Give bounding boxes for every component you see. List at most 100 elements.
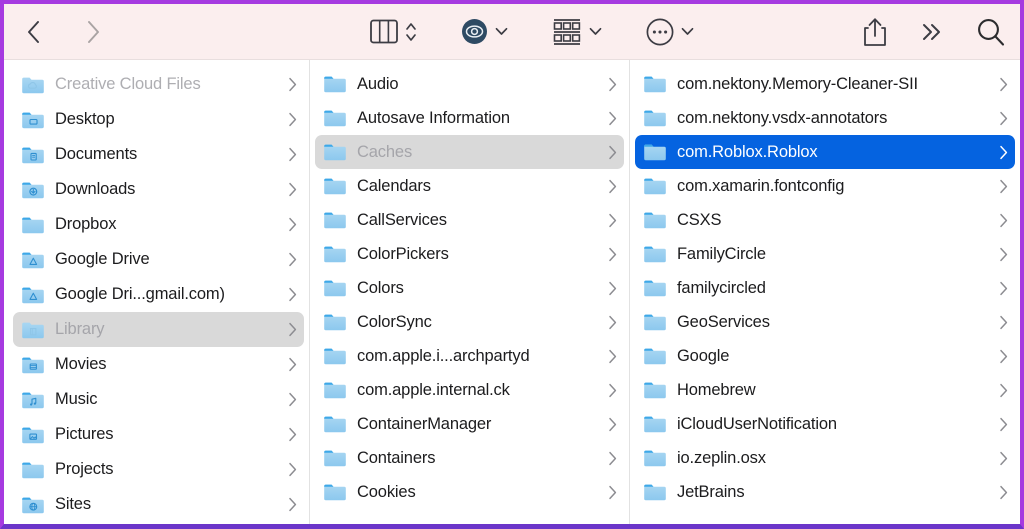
- column-caches[interactable]: com.nektony.Memory-Cleaner-SII com.nekton…: [630, 60, 1020, 524]
- share-up-arrow-icon: [862, 17, 888, 47]
- chevron-left-icon: [27, 21, 40, 43]
- sidebar-item-row[interactable]: Downloads: [13, 172, 304, 207]
- navigation-buttons: [18, 15, 108, 49]
- group-items-button[interactable]: [552, 18, 602, 45]
- up-down-chevron-icon[interactable]: [405, 19, 417, 45]
- folder-icon: [323, 176, 347, 196]
- sidebar-item-row[interactable]: Sites: [13, 487, 304, 522]
- sidebar-item-row[interactable]: Desktop: [13, 102, 304, 137]
- disclosure-chevron-icon: [288, 112, 298, 127]
- toolbar-overflow-button[interactable]: [920, 21, 944, 43]
- file-list-item-label: Homebrew: [677, 381, 993, 400]
- folder-icon: [323, 448, 347, 468]
- disclosure-chevron-icon: [999, 485, 1009, 500]
- ellipsis-circle-icon[interactable]: [646, 18, 674, 46]
- folder-icon: [643, 278, 667, 298]
- file-list-item-row[interactable]: familycircled: [635, 271, 1015, 305]
- column-view-icon[interactable]: [370, 19, 398, 44]
- folder-pictures-icon: [21, 425, 45, 445]
- view-switcher[interactable]: [370, 19, 417, 45]
- forward-button[interactable]: [78, 15, 108, 49]
- file-list-item-label: Calendars: [357, 177, 602, 196]
- disclosure-chevron-icon: [608, 111, 618, 126]
- file-list-item-row[interactable]: FamilyCircle: [635, 237, 1015, 271]
- file-list-item-row[interactable]: com.nektony.vsdx-annotators: [635, 101, 1015, 135]
- share-button[interactable]: [862, 17, 888, 47]
- folder-icon: [643, 244, 667, 264]
- sidebar-item-row[interactable]: Projects: [13, 452, 304, 487]
- column-library[interactable]: Audio Autosave Information Caches Calendars…: [310, 60, 630, 524]
- folder-google-drive-icon: [21, 250, 45, 270]
- disclosure-chevron-icon: [608, 213, 618, 228]
- disclosure-chevron-icon: [999, 315, 1009, 330]
- sidebar-item-label: Desktop: [55, 110, 282, 129]
- more-actions-button[interactable]: [646, 18, 694, 46]
- file-list-item-row[interactable]: ColorPickers: [315, 237, 624, 271]
- sidebar-item-row[interactable]: Movies: [13, 347, 304, 382]
- folder-icon: [643, 176, 667, 196]
- file-list-item-row[interactable]: CallServices: [315, 203, 624, 237]
- file-list-item-label: Caches: [357, 143, 602, 162]
- file-list-item-label: com.nektony.Memory-Cleaner-SII: [677, 75, 993, 94]
- sidebar-item-row[interactable]: Google Drive: [13, 242, 304, 277]
- file-list-item-row[interactable]: com.xamarin.fontconfig: [635, 169, 1015, 203]
- file-list-item-label: CallServices: [357, 211, 602, 230]
- sidebar-item-row[interactable]: Documents: [13, 137, 304, 172]
- disclosure-chevron-icon: [999, 417, 1009, 432]
- toolbar-right-group: [862, 17, 1006, 47]
- file-list-item-row[interactable]: GeoServices: [635, 305, 1015, 339]
- file-list-item-row[interactable]: ContainerManager: [315, 407, 624, 441]
- file-list-item-row[interactable]: CSXS: [635, 203, 1015, 237]
- file-list-item-row[interactable]: ColorSync: [315, 305, 624, 339]
- file-list-item-label: com.apple.i...archpartyd: [357, 347, 602, 366]
- chevron-down-icon[interactable]: [495, 27, 508, 36]
- sidebar-item-row[interactable]: Music: [13, 382, 304, 417]
- sidebar-item-row[interactable]: Dropbox: [13, 207, 304, 242]
- file-list-item-row[interactable]: com.nektony.Memory-Cleaner-SII: [635, 67, 1015, 101]
- sidebar-item-label: Downloads: [55, 180, 282, 199]
- file-list-item-label: Audio: [357, 75, 602, 94]
- folder-icon: [21, 460, 45, 480]
- file-list-item-row[interactable]: Colors: [315, 271, 624, 305]
- folder-cloud-icon: [21, 75, 45, 95]
- chevron-down-icon[interactable]: [681, 27, 694, 36]
- file-list-item-label: com.xamarin.fontconfig: [677, 177, 993, 196]
- file-list-item-label: com.nektony.vsdx-annotators: [677, 109, 993, 128]
- file-list-item-row[interactable]: Autosave Information: [315, 101, 624, 135]
- file-list-item-label: ColorSync: [357, 313, 602, 332]
- back-button[interactable]: [18, 15, 48, 49]
- sidebar-item-row[interactable]: Creative Cloud Files: [13, 67, 304, 102]
- file-list-item-row[interactable]: Calendars: [315, 169, 624, 203]
- disclosure-chevron-icon: [288, 322, 298, 337]
- sidebar-item-row[interactable]: Google Dri...gmail.com): [13, 277, 304, 312]
- file-list-item-row[interactable]: iCloudUserNotification: [635, 407, 1015, 441]
- finder-sidebar[interactable]: Creative Cloud Files Desktop Documents Down…: [4, 60, 310, 524]
- disclosure-chevron-icon: [288, 147, 298, 162]
- disclosure-chevron-icon: [608, 77, 618, 92]
- file-list-item-row[interactable]: io.zeplin.osx: [635, 441, 1015, 475]
- disclosure-chevron-icon: [999, 111, 1009, 126]
- sidebar-item-row[interactable]: Pictures: [13, 417, 304, 452]
- disclosure-chevron-icon: [288, 392, 298, 407]
- file-list-item-row[interactable]: Audio: [315, 67, 624, 101]
- chevron-down-icon[interactable]: [589, 27, 602, 36]
- file-list-item-row[interactable]: JetBrains: [635, 475, 1015, 509]
- folder-icon: [323, 380, 347, 400]
- file-list-item-row[interactable]: com.Roblox.Roblox: [635, 135, 1015, 169]
- disclosure-chevron-icon: [288, 462, 298, 477]
- eye-badge-icon[interactable]: [461, 18, 488, 45]
- file-list-item-row[interactable]: com.apple.i...archpartyd: [315, 339, 624, 373]
- file-list-item-row[interactable]: Homebrew: [635, 373, 1015, 407]
- disclosure-chevron-icon: [999, 247, 1009, 262]
- file-list-item-row[interactable]: Cookies: [315, 475, 624, 509]
- file-list-item-label: Autosave Information: [357, 109, 602, 128]
- search-button[interactable]: [976, 17, 1006, 47]
- file-list-item-row[interactable]: Google: [635, 339, 1015, 373]
- sidebar-item-row[interactable]: Library: [13, 312, 304, 347]
- file-list-item-row[interactable]: com.apple.internal.ck: [315, 373, 624, 407]
- file-list-item-row[interactable]: Containers: [315, 441, 624, 475]
- file-list-item-row[interactable]: Caches: [315, 135, 624, 169]
- arrange-by-button[interactable]: [461, 18, 508, 45]
- disclosure-chevron-icon: [288, 217, 298, 232]
- grid-rows-icon[interactable]: [552, 18, 582, 45]
